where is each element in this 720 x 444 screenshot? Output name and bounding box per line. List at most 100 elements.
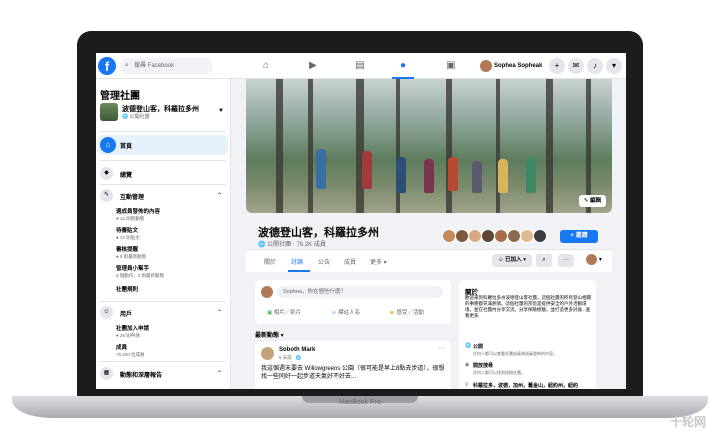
messenger-icon[interactable]: ✉ <box>568 58 584 74</box>
tab-about[interactable]: 關於 <box>264 257 276 266</box>
tab-more[interactable]: 更多 ▾ <box>370 257 387 266</box>
chart-icon: ▦ <box>100 367 113 380</box>
member-avatars[interactable] <box>442 229 552 243</box>
joined-button[interactable]: ☺ 已加入 ▾ <box>492 254 532 267</box>
group-switcher[interactable]: 波德登山客，科羅拉多州 🌐 公開社團 ▼ <box>100 103 226 125</box>
search-input[interactable]: ⌕ 搜尋 Facebook <box>120 58 213 74</box>
avatar <box>507 229 521 243</box>
profile-name: Sophea Sopheak <box>494 63 543 69</box>
avatar <box>455 229 469 243</box>
divider <box>100 184 226 185</box>
chevron-down-icon: ▼ <box>218 108 224 114</box>
more-options-button[interactable]: ··· <box>558 254 574 267</box>
about-description: 歡迎來到科羅拉多州波德登山客社團，這個社團的所有登山相關的事務都充滿熱情。這個社… <box>465 295 591 318</box>
about-row-sub: 任何人都可以查看社團成員和成員發佈的內容。 <box>473 351 557 356</box>
about-card: 關於 歡迎來到科羅拉多州波德登山客社團，這個社團的所有登山相關的事務都充滿熱情。… <box>459 280 596 389</box>
sidebar-title: 管理社團 <box>100 91 140 102</box>
feeling-activity-button[interactable]: ☻ 感受／活動 <box>389 308 424 316</box>
profile-chip[interactable]: Sophea Sopheak <box>480 59 542 73</box>
avatar <box>586 254 598 265</box>
avatar <box>442 229 456 243</box>
marketplace-nav-icon[interactable]: ▤ <box>352 58 368 74</box>
chevron-up-icon: ⌃ <box>216 310 222 316</box>
profile-switch-button[interactable]: ▾ <box>582 254 606 267</box>
photo-video-button[interactable]: ▣ 相片／影片 <box>267 308 301 316</box>
tree <box>356 79 364 213</box>
group-subtitle: 🌐 公開社團 · 76.2K 成員 <box>258 242 326 248</box>
sidebar-item-home[interactable]: ⌂ 首頁 <box>98 135 228 155</box>
eye-icon: ◉ <box>465 362 470 368</box>
top-bar: f ⌕ 搜尋 Facebook ⌂ ▶ ▤ ● ▣ Sophea Sopheak… <box>96 53 626 79</box>
sidebar-item-join-requests[interactable]: 社團加入申請 ● 26 則申請 <box>116 324 224 339</box>
avatar <box>520 229 534 243</box>
sidebar-item-pending-posts[interactable]: 待審貼文 ● 17 則貼文 <box>116 226 224 241</box>
divider <box>100 160 226 161</box>
create-plus-icon[interactable]: + <box>549 58 565 74</box>
active-tab-indicator <box>288 270 310 272</box>
sidebar-item-title: 社團加入申請 <box>116 326 150 332</box>
notifications-bell-icon[interactable]: ♪ <box>587 58 603 74</box>
people-icon: ☺ <box>100 306 113 319</box>
hiker <box>498 159 508 193</box>
tree <box>446 79 452 213</box>
post-author[interactable]: Soboth Mark <box>279 347 315 353</box>
hiker <box>526 157 536 193</box>
search-group-button[interactable]: ⌕ <box>536 254 552 267</box>
sidebar-item-group-rules[interactable]: 社團規則 <box>116 285 224 293</box>
gaming-nav-icon[interactable]: ▣ <box>443 58 459 74</box>
hiker <box>362 151 372 189</box>
edit-cover-button[interactable]: ✎ 編輯 <box>578 195 606 207</box>
invite-button[interactable]: + 邀請 <box>560 230 598 243</box>
watermark: 十轮网 <box>669 415 706 429</box>
sidebar-item-members[interactable]: 成員 76,200 位成員 <box>116 343 224 358</box>
sidebar-item-title: 審核提醒 <box>116 247 139 253</box>
sidebar-section-insights[interactable]: ▦ 動態和深層報告 ⌃ <box>100 367 226 381</box>
sidebar-item-label: 用戶 <box>120 312 133 318</box>
tab-discussion[interactable]: 討論 <box>291 257 303 266</box>
sidebar-item-sub: ● 5 則最新動態 <box>116 254 147 259</box>
tab-announcements[interactable]: 公告 <box>318 257 330 266</box>
sidebar-item-label: 互動管理 <box>120 195 145 201</box>
tag-people-button[interactable]: ☺ 標註人名 <box>331 308 360 316</box>
smiley-icon: ☻ <box>389 310 395 316</box>
tree <box>276 79 283 213</box>
sidebar-item-moderation-alerts[interactable]: 審核提醒 ● 5 則最新動態 <box>116 245 224 260</box>
sidebar-item-title: 待審貼文 <box>116 228 139 234</box>
account-menu-chevron-icon[interactable]: ▾ <box>606 58 622 74</box>
search-placeholder: 搜尋 Facebook <box>134 63 175 69</box>
sidebar-item-title: 社團規則 <box>116 287 139 293</box>
sidebar-item-label: 首頁 <box>120 144 133 150</box>
sidebar-section-members[interactable]: ☺ 用戶 ⌃ <box>100 306 226 320</box>
pin-icon: ⚲ <box>465 382 469 388</box>
about-row-sub: 任何人都可以找到這個社團。 <box>473 370 525 375</box>
group-privacy: 🌐 公開社團 <box>122 114 150 120</box>
search-icon: ⌕ <box>125 62 129 69</box>
sidebar-section-engagement[interactable]: ✎ 互動管理 ⌃ <box>100 189 226 203</box>
avatar <box>494 229 508 243</box>
group-main: ✎ 編輯 波德登山客，科羅拉多州 🌐 公開社團 · 76.2K 成員 + 邀請 … <box>232 79 626 389</box>
avatar <box>261 347 274 360</box>
post-body: 我這個週末要去 Willowgreens 公園（很可能是早上8點去步道），很想找… <box>261 366 445 380</box>
sidebar-item-overview[interactable]: ◆ 總覽 <box>100 167 226 181</box>
tree <box>586 79 591 213</box>
post-more-icon[interactable]: ··· <box>438 345 445 352</box>
groups-nav-icon[interactable]: ● <box>395 58 411 74</box>
hiker <box>316 149 326 189</box>
facebook-logo[interactable]: f <box>98 57 116 75</box>
chat-icon: ✎ <box>100 189 113 202</box>
post-time: 5 天前 · 🌐 <box>279 355 302 360</box>
composer-input[interactable]: Sophea，你在想些什麼？ <box>277 286 443 298</box>
sidebar-item-admin-assist[interactable]: 管理員小幫手 3 個動作，2 則最新動態 <box>116 264 224 279</box>
home-nav-icon[interactable]: ⌂ <box>258 58 274 74</box>
divider <box>100 131 226 132</box>
about-row-title: 公開 <box>473 344 484 350</box>
tab-members[interactable]: 成員 <box>344 257 356 266</box>
group-tabs: 關於 討論 公告 成員 更多 ▾ ☺ 已加入 ▾ ⌕ ··· ▾ <box>246 250 612 272</box>
overview-icon: ◆ <box>100 167 113 180</box>
about-row-title: 科羅拉多，波德，加州，舊金山，紐約州，紐約 <box>473 383 579 389</box>
feed-sort[interactable]: 最新動態 ▾ <box>255 330 284 339</box>
sidebar-item-member-content[interactable]: 適成員發佈的內容 ● 12 則新動態 <box>116 207 224 222</box>
watch-nav-icon[interactable]: ▶ <box>305 58 321 74</box>
photo-icon: ▣ <box>267 310 273 316</box>
tree <box>546 79 553 213</box>
